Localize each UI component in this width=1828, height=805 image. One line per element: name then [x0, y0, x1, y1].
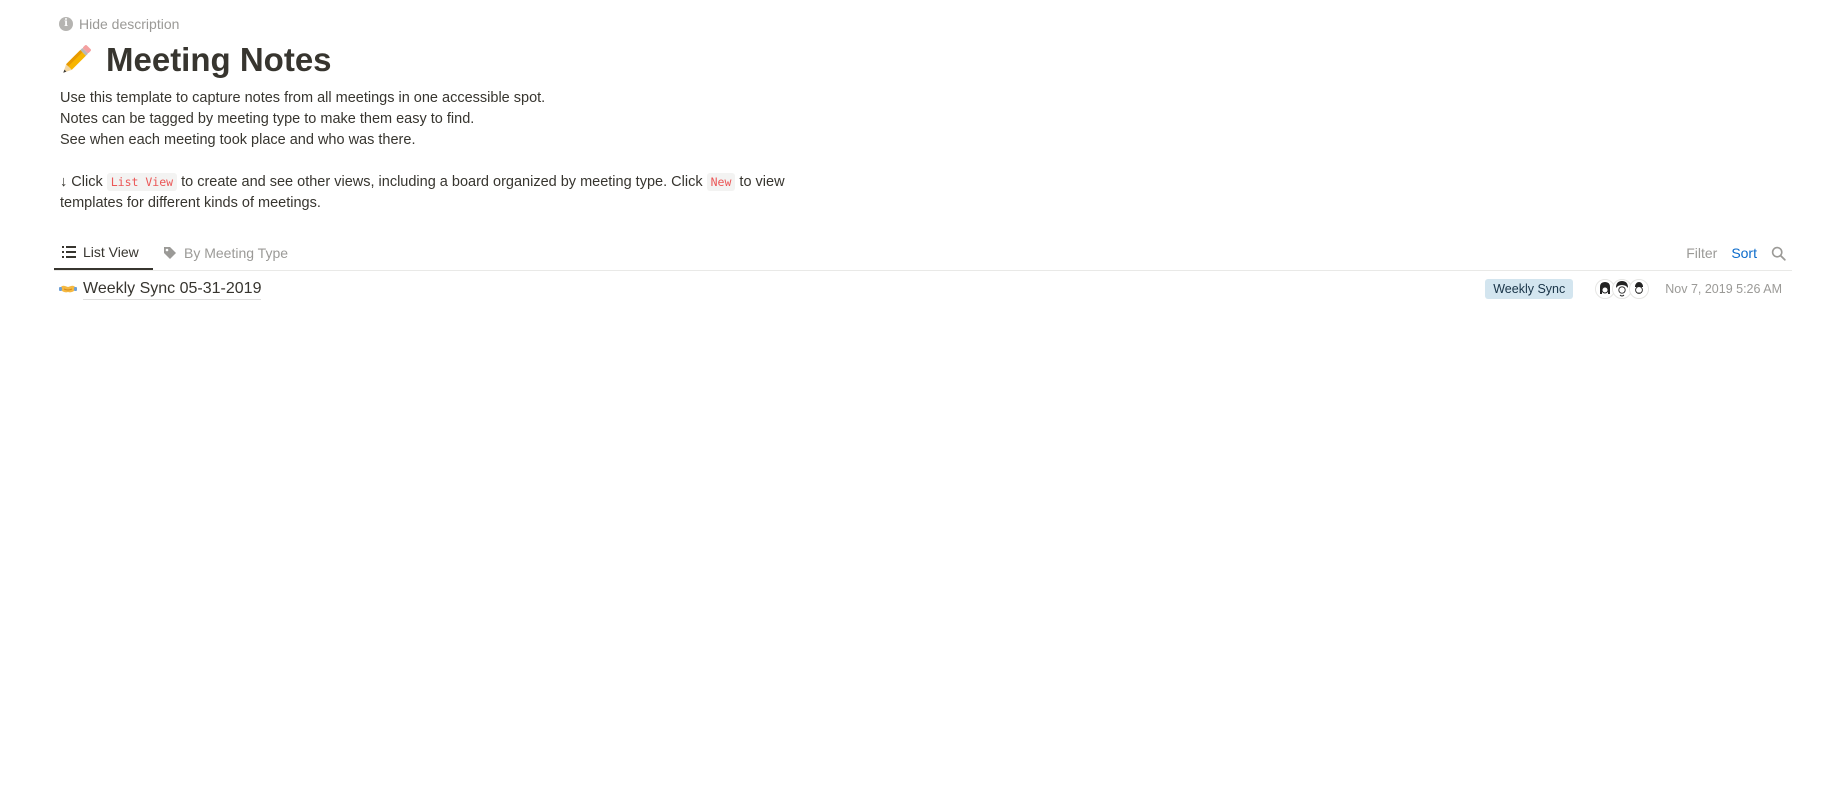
avatar — [1629, 279, 1650, 299]
meeting-type-tag: Weekly Sync — [1485, 279, 1574, 299]
hide-description-label: Hide description — [79, 16, 180, 32]
page-title: Meeting Notes — [106, 41, 332, 78]
pencil-icon — [56, 40, 96, 80]
description-line: See when each meeting took place and who… — [60, 132, 416, 148]
tab-list-view[interactable]: List View — [54, 236, 153, 270]
page-description: Use this template to capture notes from … — [60, 88, 860, 214]
search-icon[interactable] — [1771, 246, 1786, 261]
row-properties: Weekly Sync Nov 7, 2019 5:26 AM — [1485, 270, 1782, 308]
inline-code-new: New — [706, 173, 736, 191]
attendees — [1595, 279, 1650, 299]
instruction-text: to view — [735, 174, 785, 190]
sort-button[interactable]: Sort — [1731, 245, 1757, 261]
list-icon — [62, 246, 76, 258]
view-toolbar: Filter Sort — [1686, 236, 1786, 270]
hide-description-toggle[interactable]: i Hide description — [59, 16, 179, 32]
list-item[interactable]: Weekly Sync 05-31-2019 Weekly Sync Nov 7… — [54, 270, 1792, 308]
instruction-text: ↓ Click — [60, 174, 107, 190]
view-tabs: List View By Meeting Type Filter Sort — [54, 236, 1792, 271]
tab-by-meeting-type[interactable]: By Meeting Type — [155, 236, 296, 270]
description-instruction: ↓ Click List View to create and see othe… — [60, 172, 860, 193]
page: i Hide description Meeting Notes Use thi… — [0, 0, 1828, 805]
tab-label: By Meeting Type — [184, 245, 289, 261]
info-icon: i — [59, 17, 73, 31]
page-title-row: Meeting Notes — [56, 40, 332, 80]
tag-icon — [164, 247, 176, 259]
description-line: Use this template to capture notes from … — [60, 90, 546, 106]
inline-code-list-view: List View — [106, 173, 178, 191]
handshake-icon — [59, 280, 77, 298]
row-date: Nov 7, 2019 5:26 AM — [1665, 282, 1782, 296]
instruction-text: to create and see other views, including… — [177, 174, 707, 190]
tab-label: List View — [83, 244, 139, 260]
filter-button[interactable]: Filter — [1686, 245, 1717, 261]
description-line: templates for different kinds of meeting… — [60, 195, 321, 211]
description-line: Notes can be tagged by meeting type to m… — [60, 111, 475, 127]
row-title[interactable]: Weekly Sync 05-31-2019 — [83, 279, 262, 300]
